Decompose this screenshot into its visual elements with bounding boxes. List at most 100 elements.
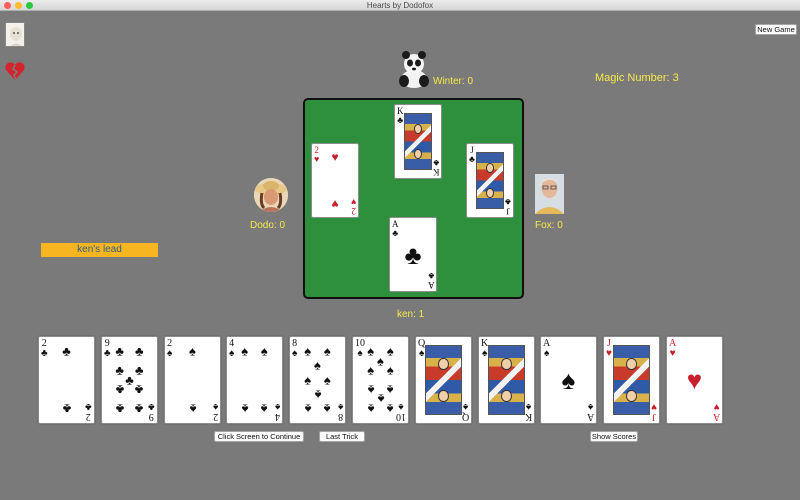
- card-suit: ♠: [229, 348, 235, 359]
- clubs-pip-icon: ♣: [135, 382, 144, 398]
- spades-pip-icon: ♠: [386, 382, 394, 398]
- card-suit: ♠: [525, 401, 532, 412]
- court-card-artwork: [613, 345, 650, 415]
- card-rank: 4: [274, 411, 280, 422]
- card-suit: ♣: [104, 348, 111, 359]
- clubs-pip-icon: ♣: [115, 382, 124, 398]
- lead-banner: ken's lead: [41, 243, 158, 257]
- card-corner-index: 4 ♠: [229, 339, 234, 359]
- court-card-artwork: [425, 345, 462, 415]
- card-suit: ♠: [587, 401, 594, 412]
- spades-pip-icon: ♠: [304, 401, 312, 417]
- card-2-of-hearts: 2 ♥ 2 ♥ ♥ ♥: [311, 143, 359, 218]
- card-corner-index: A ♥: [669, 339, 676, 359]
- card-corner-index: J ♥: [606, 339, 612, 359]
- card-suit: ♠: [274, 401, 280, 412]
- card-queen-of-spades[interactable]: Q ♠ Q ♠: [415, 336, 472, 424]
- score-north: Winter: 0: [433, 76, 474, 87]
- card-corner-index: A ♠: [586, 401, 594, 422]
- card-corner-index: 2 ♣: [85, 401, 92, 422]
- clubs-pip-icon: ♣: [62, 401, 71, 417]
- score-south: ken: 1: [397, 309, 425, 320]
- card-corner-index: 4 ♠: [274, 401, 280, 422]
- card-suit: ♣: [392, 228, 399, 238]
- card-corner-index: 2 ♣: [41, 339, 48, 359]
- card-suit: ♣: [41, 348, 48, 359]
- spades-pip-icon: ♠: [189, 401, 196, 417]
- card-ace-of-spades[interactable]: A ♠ A ♠ ♠: [540, 336, 597, 424]
- card-jack-of-hearts[interactable]: J ♥ J ♥: [603, 336, 660, 424]
- score-west: Dodo: 0: [250, 220, 286, 231]
- card-suit: ♣: [397, 115, 404, 125]
- clubs-pip-icon: ♣: [404, 239, 422, 270]
- panda-icon: [396, 50, 432, 88]
- spades-pip-icon: ♠: [304, 372, 312, 388]
- spades-pip-icon: ♠: [367, 401, 375, 417]
- card-suit: ♣: [469, 154, 475, 164]
- clubs-pip-icon: ♣: [135, 362, 144, 378]
- card-corner-index: A ♠: [543, 339, 550, 359]
- spades-pip-icon: ♠: [386, 343, 394, 359]
- card-jack-of-clubs: J ♣ J ♣: [466, 143, 514, 218]
- card-corner-index: J ♣: [469, 146, 475, 164]
- card-corner-index: 2 ♥: [314, 146, 319, 164]
- spades-pip-icon: ♠: [377, 391, 384, 407]
- card-4-of-spades[interactable]: 4 ♠ 4 ♠ ♠ ♠ ♠ ♠: [226, 336, 283, 424]
- spades-pip-icon: ♠: [314, 357, 321, 373]
- card-suit: ♣: [427, 271, 434, 281]
- title-bar: Hearts by Dodofox: [0, 0, 800, 11]
- continue-button[interactable]: Click Screen to Continue: [214, 431, 304, 442]
- card-corner-index: 8 ♠: [337, 401, 343, 422]
- card-rank: J: [506, 206, 510, 216]
- card-suit: ♥: [350, 197, 356, 207]
- woman-in-hat-icon: [254, 178, 288, 212]
- card-rank: 2: [212, 411, 218, 422]
- card-rank: 9: [149, 411, 155, 422]
- spades-pip-icon: ♠: [323, 401, 331, 417]
- card-ace-of-hearts[interactable]: A ♥ A ♥ ♥: [666, 336, 723, 424]
- spades-pip-icon: ♠: [386, 362, 394, 378]
- card-corner-index: 8 ♠: [292, 339, 297, 359]
- card-rank: A: [586, 411, 594, 422]
- spades-pip-icon: ♠: [260, 401, 268, 417]
- spades-pip-icon: ♠: [304, 343, 312, 359]
- card-10-of-spades[interactable]: 10 ♠ 10 ♠ ♠ ♠ ♠ ♠ ♠ ♠ ♠ ♠ ♠ ♠: [352, 336, 409, 424]
- card-suit: ♠: [292, 348, 298, 359]
- clubs-pip-icon: ♣: [135, 401, 144, 417]
- show-scores-button[interactable]: Show Scores: [590, 431, 638, 442]
- spades-pip-icon: ♠: [189, 343, 196, 359]
- card-king-of-clubs: K ♣ K ♣: [394, 104, 442, 179]
- court-card-artwork: [488, 345, 525, 415]
- new-game-button[interactable]: New Game: [755, 24, 797, 35]
- card-suit: ♥: [314, 154, 320, 164]
- clubs-pip-icon: ♣: [62, 343, 71, 359]
- card-2-of-clubs[interactable]: 2 ♣ 2 ♣ ♣ ♣: [38, 336, 95, 424]
- card-corner-index: K ♣: [432, 158, 440, 177]
- spades-pip-icon: ♠: [241, 343, 249, 359]
- card-corner-index: 9 ♣: [148, 401, 155, 422]
- spades-pip-icon: ♠: [367, 343, 375, 359]
- card-suit: ♠: [337, 401, 343, 412]
- card-2-of-spades[interactable]: 2 ♠ 2 ♠ ♠ ♠: [164, 336, 221, 424]
- spades-pip-icon: ♠: [323, 343, 331, 359]
- last-trick-button[interactable]: Last Trick: [319, 431, 365, 442]
- court-card-artwork: [476, 152, 504, 209]
- card-rank: J: [652, 411, 656, 422]
- card-corner-index: Q ♠: [461, 401, 469, 422]
- clubs-pip-icon: ♣: [115, 362, 124, 378]
- window-title: Hearts by Dodofox: [366, 1, 434, 10]
- card-rank: Q: [461, 411, 469, 422]
- card-8-of-spades[interactable]: 8 ♠ 8 ♠ ♠ ♠ ♠ ♠ ♠ ♠ ♠ ♠: [289, 336, 346, 424]
- card-corner-index: 2 ♥: [350, 197, 356, 216]
- card-king-of-spades[interactable]: K ♠ K ♠: [478, 336, 535, 424]
- portrait-icon[interactable]: [5, 22, 25, 47]
- hearts-pip-icon: ♥: [686, 365, 703, 395]
- hearts-pip-icon: ♥: [331, 149, 339, 164]
- card-9-of-clubs[interactable]: 9 ♣ 9 ♣ ♣ ♣ ♣ ♣ ♣ ♣ ♣ ♣ ♣: [101, 336, 158, 424]
- card-suit: ♠: [462, 401, 469, 412]
- card-corner-index: K ♣: [397, 107, 404, 125]
- card-corner-index: 2 ♠: [212, 401, 218, 422]
- spades-pip-icon: ♠: [241, 401, 249, 417]
- card-ace-of-clubs: A ♣ A ♣ ♣: [389, 217, 437, 292]
- card-rank: K: [432, 167, 440, 177]
